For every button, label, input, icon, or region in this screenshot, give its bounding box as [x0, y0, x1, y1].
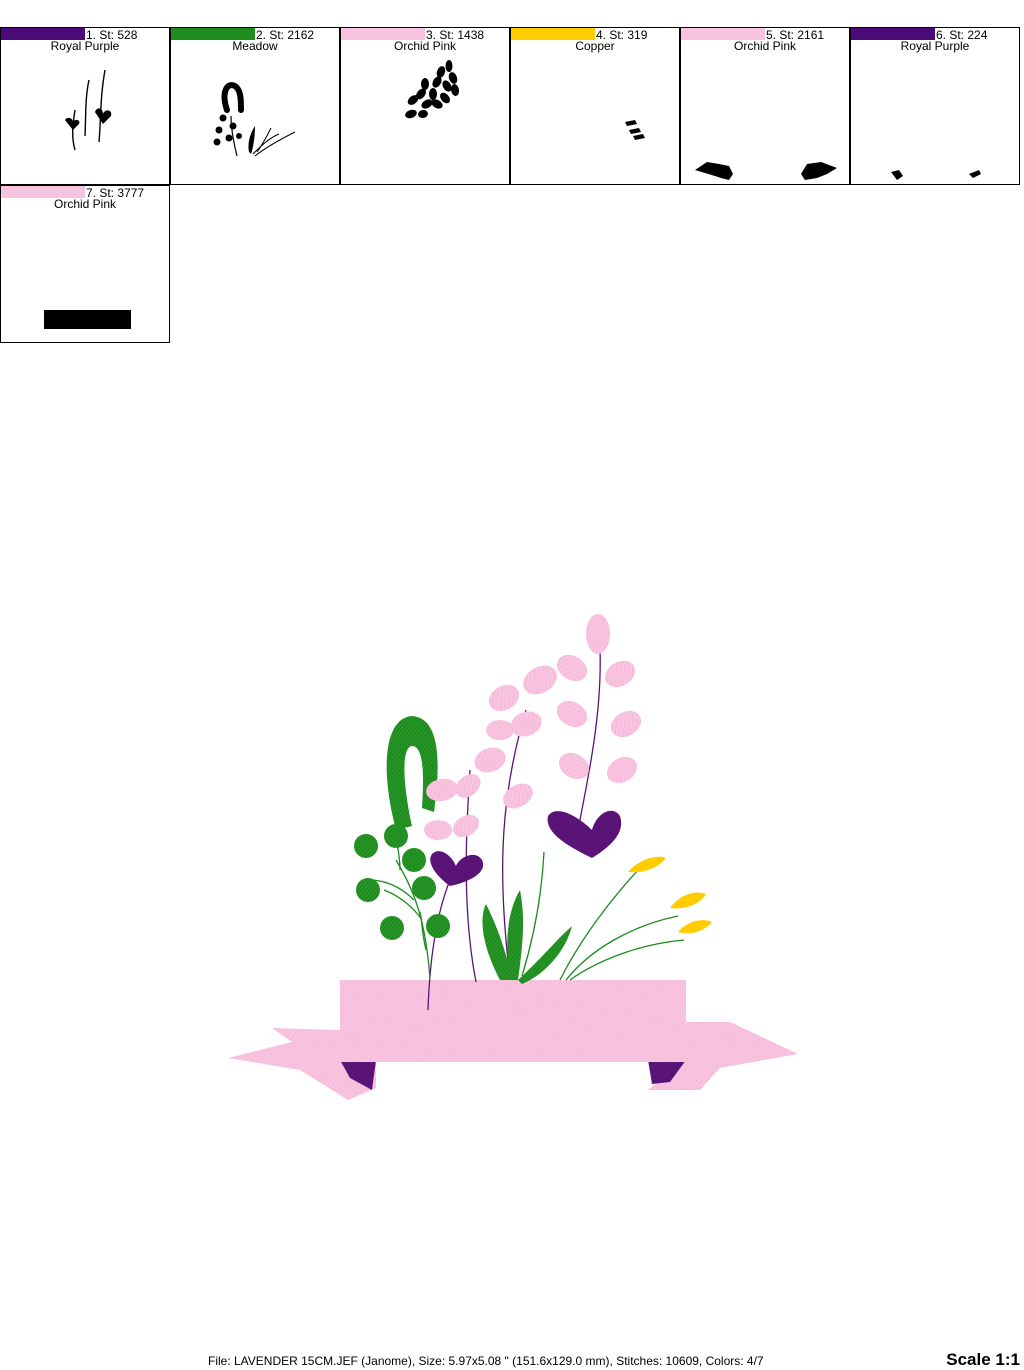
step-preview-icon: [891, 170, 981, 180]
color-step-cell: 2. St: 2162 Meadow: [170, 27, 340, 185]
color-step-grid: 1. St: 528 Royal Purple 2. St: 2162 Mead…: [0, 27, 1022, 344]
color-step-cell: 6. St: 224 Royal Purple: [850, 27, 1020, 185]
ribbon-banner: [340, 980, 686, 1062]
color-step-cell: 3. St: 1438 Orchid Pink: [340, 27, 510, 185]
scale-label: Scale 1:1: [946, 1350, 1020, 1369]
step-preview-icon: [44, 310, 131, 329]
pink-petals: [424, 614, 642, 840]
yellow-buds: [628, 856, 712, 934]
color-step-cell: 5. St: 2161 Orchid Pink: [680, 27, 850, 185]
color-step-cell: 7. St: 3777 Orchid Pink: [0, 185, 170, 343]
step-preview-icon: [65, 69, 112, 151]
file-info-footer: File: LAVENDER 15CM.JEF (Janome), Size: …: [208, 1354, 764, 1368]
purple-heart-right: [547, 810, 622, 858]
purple-heart-left: [430, 851, 484, 886]
green-grass-leaf: [518, 926, 572, 984]
embroidery-design-preview: [228, 614, 798, 1100]
green-grass-leaf: [507, 890, 524, 980]
step-preview-icon: [695, 162, 837, 180]
step-preview-icon: [625, 120, 645, 140]
step-preview-icon: [405, 60, 460, 119]
color-step-cell: 1. St: 528 Royal Purple: [0, 27, 170, 185]
green-berries: [354, 824, 450, 940]
green-hook-leaf: [386, 716, 438, 830]
color-step-cell: 4. St: 319 Copper: [510, 27, 680, 185]
step-preview-icon: [213, 82, 296, 157]
